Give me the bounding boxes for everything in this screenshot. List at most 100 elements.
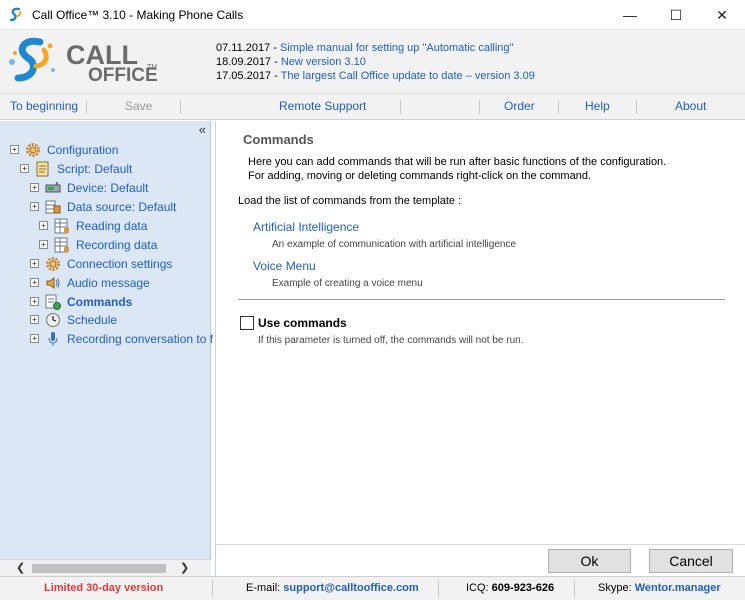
toolbar-divider — [636, 100, 637, 114]
news-link[interactable]: New version 3.10 — [281, 56, 366, 68]
news-link[interactable]: The largest Call Office update to date –… — [281, 70, 535, 82]
to-beginning-button[interactable]: To beginning — [10, 99, 78, 113]
table-icon — [54, 237, 69, 252]
script-icon — [36, 161, 49, 176]
expand-icon[interactable]: + — [39, 240, 48, 249]
ok-button[interactable]: Ok — [548, 549, 631, 573]
minimize-button[interactable]: — — [607, 0, 653, 30]
tree-item-label: Script: Default — [57, 161, 133, 176]
speaker-icon — [46, 276, 60, 289]
status-divider — [212, 580, 213, 597]
order-button[interactable]: Order — [504, 99, 535, 113]
remote-support-button[interactable]: Remote Support — [279, 99, 366, 113]
tree-item-label: Data source: Default — [67, 199, 177, 214]
expand-icon[interactable]: + — [30, 297, 39, 306]
about-button[interactable]: About — [675, 99, 706, 113]
cancel-button[interactable]: Cancel — [649, 549, 733, 573]
expand-icon[interactable]: + — [30, 278, 39, 287]
commands-icon — [45, 294, 61, 310]
database-icon — [45, 200, 61, 213]
tree-item-label: Configuration — [47, 142, 119, 157]
expand-icon[interactable]: + — [30, 183, 39, 192]
skype-link[interactable]: Wentor.manager — [635, 582, 721, 594]
trial-version-label[interactable]: Limited 30-day version — [44, 582, 163, 594]
header: CALL OFFICE TM 07.11.2017 - Simple manua… — [0, 30, 745, 93]
expand-icon[interactable]: + — [30, 334, 39, 343]
tree-item-recording-conversation[interactable]: + Recording conversation to f — [30, 329, 213, 348]
clock-icon — [46, 312, 60, 327]
maximize-button[interactable]: ☐ — [653, 0, 699, 30]
call-office-logo: CALL OFFICE TM — [6, 36, 158, 86]
expand-icon[interactable]: + — [20, 164, 29, 173]
expand-icon[interactable]: + — [39, 221, 48, 230]
microphone-icon — [48, 331, 58, 346]
expand-icon[interactable]: + — [30, 202, 39, 211]
tree-item-label: Schedule — [67, 312, 118, 327]
use-commands-label[interactable]: Use commands — [258, 316, 347, 330]
status-divider — [438, 580, 439, 597]
logo-swirl-icon — [9, 37, 55, 82]
table-icon — [54, 218, 69, 233]
expand-icon[interactable]: + — [30, 315, 39, 324]
template-list-label: Load the list of commands from the templ… — [238, 195, 462, 207]
help-button[interactable]: Help — [585, 99, 610, 113]
email-info: E-mail: support@calltooffice.com — [246, 582, 419, 594]
dialog-button-bar: Ok Cancel — [216, 544, 745, 576]
commands-panel: Commands Here you can add commands that … — [215, 121, 745, 576]
email-link[interactable]: support@calltooffice.com — [283, 582, 418, 594]
icq-number: 609-923-626 — [491, 582, 555, 594]
scroll-right-icon[interactable]: ❯ — [180, 561, 189, 574]
expand-icon[interactable]: + — [30, 259, 39, 268]
tree-item-data-source[interactable]: + Data source: Default — [30, 197, 176, 216]
toolbar-divider — [400, 100, 401, 114]
tree-item-label: Recording data — [76, 237, 158, 252]
tree-item-label: Reading data — [76, 218, 148, 233]
configuration-tree: « + Configuration + Script: Default + De… — [0, 121, 213, 576]
tree-item-recording-data[interactable]: + Recording data — [39, 235, 157, 254]
tree-item-script[interactable]: + Script: Default — [20, 159, 132, 178]
tree-item-reading-data[interactable]: + Reading data — [39, 216, 147, 235]
close-button[interactable]: ✕ — [699, 0, 745, 30]
toolbar-divider — [180, 100, 181, 114]
tree-item-label: Audio message — [67, 275, 150, 290]
news-list: 07.11.2017 - Simple manual for setting u… — [216, 41, 535, 83]
main-toolbar: To beginning Save Remote Support Order H… — [0, 93, 745, 120]
skype-info: Skype: Wentor.manager — [598, 582, 721, 594]
status-divider — [574, 580, 575, 597]
use-commands-note: If this parameter is turned off, the com… — [258, 335, 524, 346]
tree-item-label: Device: Default — [67, 180, 149, 195]
expand-icon[interactable]: + — [10, 145, 19, 154]
status-bar: Limited 30-day version E-mail: support@c… — [0, 576, 745, 600]
scroll-left-icon[interactable]: ❮ — [16, 561, 25, 574]
page-title: Commands — [243, 132, 314, 147]
logo-trademark: TM — [147, 64, 158, 71]
tree-item-device[interactable]: + Device: Default — [30, 178, 148, 197]
toolbar-divider — [558, 100, 559, 114]
news-link[interactable]: Simple manual for setting up "Automatic … — [280, 42, 513, 54]
icq-info: ICQ: 609-923-626 — [466, 582, 555, 594]
tree-item-commands[interactable]: + Commands — [30, 292, 132, 311]
page-description: Here you can add commands that will be r… — [248, 155, 666, 183]
tree-item-audio-message[interactable]: + Audio message — [30, 273, 150, 292]
use-commands-checkbox[interactable] — [240, 316, 254, 330]
toolbar-divider — [86, 100, 87, 114]
news-item: 18.09.2017 - New version 3.10 — [216, 56, 366, 68]
gear-icon — [26, 142, 40, 157]
description-line: For adding, moving or deleting commands … — [248, 170, 591, 182]
template-description: An example of communication with artific… — [272, 239, 517, 250]
device-icon — [45, 181, 61, 192]
template-link-voice-menu[interactable]: Voice Menu — [253, 259, 316, 273]
tree-item-label: Recording conversation to f — [67, 331, 214, 346]
window-title: Call Office™ 3.10 - Making Phone Calls — [32, 7, 244, 22]
toolbar-divider — [479, 100, 480, 114]
tree-item-configuration[interactable]: + Configuration — [10, 140, 118, 159]
news-item: 17.05.2017 - The largest Call Office upd… — [216, 70, 535, 82]
tree-item-connection-settings[interactable]: + Connection settings — [30, 254, 172, 273]
template-link-artificial-intelligence[interactable]: Artificial Intelligence — [253, 220, 359, 234]
scrollbar-thumb[interactable] — [32, 564, 166, 573]
news-item: 07.11.2017 - Simple manual for setting u… — [216, 42, 514, 54]
tree-horizontal-scrollbar[interactable]: ❮ ❯ — [0, 559, 211, 576]
tree-item-schedule[interactable]: + Schedule — [30, 310, 117, 329]
save-button[interactable]: Save — [125, 99, 152, 113]
collapse-panel-button[interactable]: « — [199, 122, 206, 137]
